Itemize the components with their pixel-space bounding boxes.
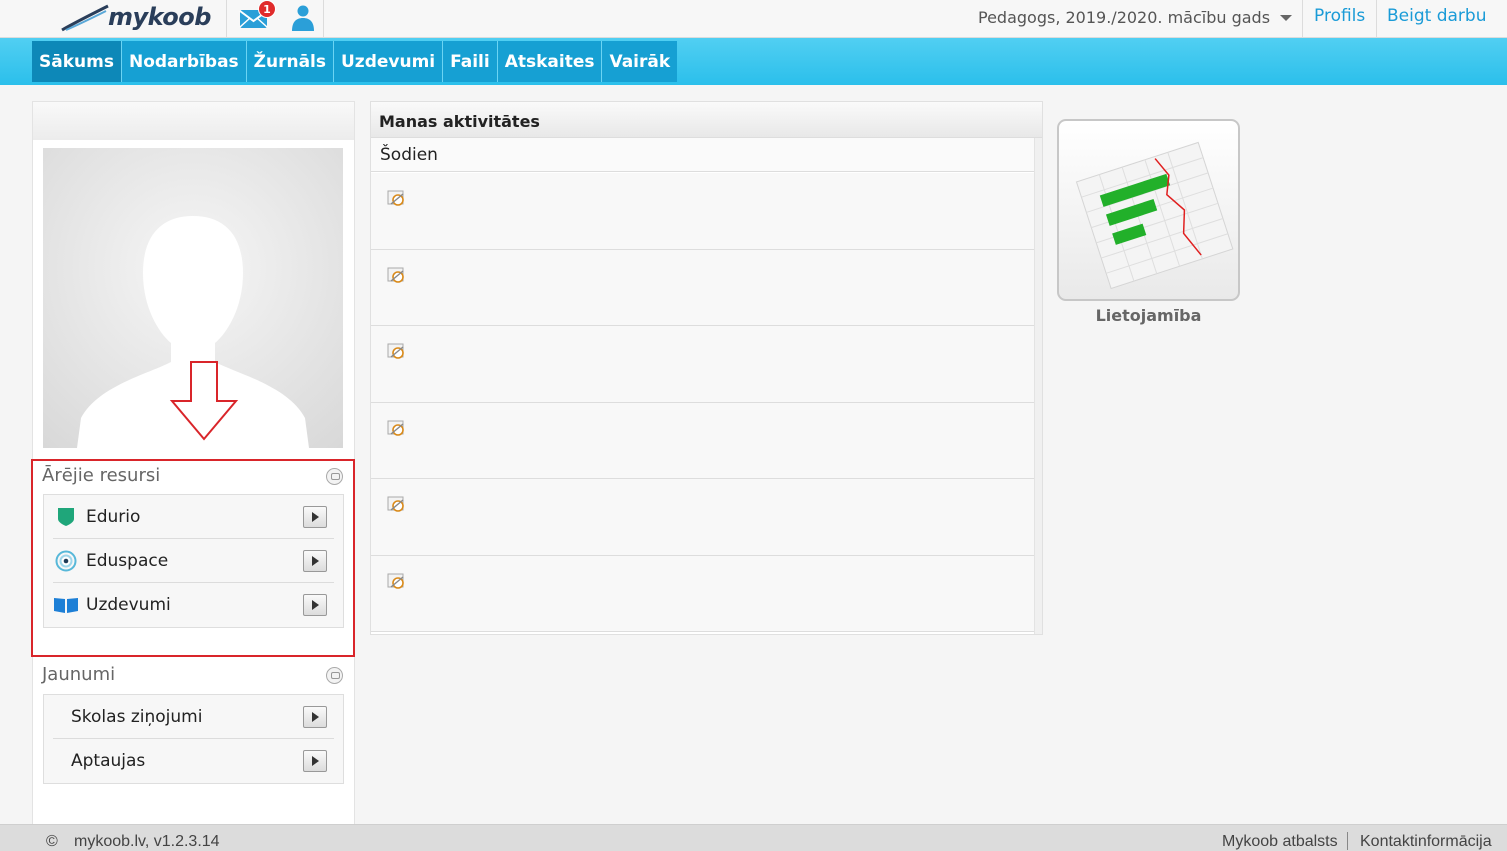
divider (323, 0, 324, 38)
activities-panel: Manas aktivitātes Šodien (370, 101, 1043, 635)
open-arrow-button[interactable] (303, 750, 327, 772)
open-arrow-button[interactable] (303, 550, 327, 572)
resource-label: Edurio (86, 506, 141, 527)
usability-app-tile[interactable] (1057, 119, 1240, 301)
resource-item-eduspace[interactable]: Eduspace (53, 539, 334, 583)
main-nav: Sākums Nodarbības Žurnāls Uzdevumi Faili… (32, 41, 678, 82)
news-label: Aptaujas (71, 751, 146, 771)
top-bar: mykoob 1 Pedagogs, 2019./2020. mācību ga… (0, 0, 1507, 38)
logout-link[interactable]: Beigt darbu (1387, 6, 1486, 26)
app-tile-label[interactable]: Lietojamība (1057, 306, 1240, 325)
chevron-down-icon[interactable] (1280, 15, 1292, 21)
external-resources-list: Edurio Eduspace Uzdevumi (43, 494, 344, 628)
nav-item-uzdevumi[interactable]: Uzdevumi (334, 41, 444, 82)
nav-item-vairak[interactable]: Vairāk (602, 41, 677, 82)
user-icon[interactable] (290, 4, 316, 32)
news-title: Jaunumi (42, 664, 116, 685)
news-item-school-messages[interactable]: Skolas ziņojumi (53, 695, 334, 739)
contact-link[interactable]: Kontaktinformācija (1360, 833, 1492, 851)
resource-label: Eduspace (86, 550, 169, 571)
activity-row[interactable] (371, 402, 1034, 479)
logo-text: mykoob (108, 3, 211, 31)
today-heading: Šodien (371, 138, 1034, 172)
open-arrow-button[interactable] (303, 506, 327, 528)
activity-type-icon (387, 190, 404, 206)
footer: © mykoob.lv, v1.2.3.14 Mykoob atbalsts K… (0, 824, 1507, 851)
divider (1347, 832, 1348, 850)
external-resources-title: Ārējie resursi (42, 465, 161, 486)
profile-sidebar: Ārējie resursi Edurio Eduspace Uzdevumi … (32, 101, 355, 831)
role-selector[interactable]: Pedagogs, 2019./2020. mācību gads (978, 8, 1270, 27)
main-nav-bar: Sākums Nodarbības Žurnāls Uzdevumi Faili… (0, 38, 1507, 85)
activity-row[interactable] (371, 479, 1034, 556)
collapse-toggle-icon[interactable] (326, 468, 343, 485)
arrow-down-annotation-icon (169, 361, 239, 441)
collapse-toggle-icon[interactable] (326, 667, 343, 684)
news-list: Skolas ziņojumi Aptaujas (43, 694, 344, 784)
nav-item-sakums[interactable]: Sākums (32, 41, 122, 82)
activity-type-icon (387, 420, 404, 436)
activities-title: Manas aktivitātes (371, 102, 1042, 138)
divider (1302, 0, 1303, 38)
copyright-symbol: © (46, 833, 58, 850)
activity-row[interactable] (371, 249, 1034, 326)
resource-item-uzdevumi[interactable]: Uzdevumi (53, 583, 334, 627)
nav-item-atskaites[interactable]: Atskaites (498, 41, 603, 82)
activity-type-icon (387, 496, 404, 512)
nav-item-zurnals[interactable]: Žurnāls (247, 41, 334, 82)
mykoob-logo[interactable]: mykoob (60, 0, 211, 34)
open-arrow-button[interactable] (303, 594, 327, 616)
app-version: mykoob.lv, v1.2.3.14 (74, 833, 220, 850)
activity-row[interactable] (371, 173, 1034, 250)
sidebar-header (33, 102, 354, 140)
activities-scrollbar[interactable] (1034, 138, 1042, 634)
resource-item-edurio[interactable]: Edurio (53, 495, 334, 539)
logo-swoosh-icon (61, 4, 109, 32)
nav-item-nodarbibas[interactable]: Nodarbības (122, 41, 247, 82)
divider (226, 0, 227, 38)
unread-count-badge: 1 (258, 0, 276, 18)
spreadsheet-chart-icon (1075, 141, 1234, 290)
nav-item-faili[interactable]: Faili (443, 41, 498, 82)
book-icon (53, 593, 79, 617)
activity-list (371, 173, 1034, 632)
resource-label: Uzdevumi (86, 595, 171, 615)
support-link[interactable]: Mykoob atbalsts (1222, 833, 1338, 851)
target-icon (53, 549, 79, 573)
profile-link[interactable]: Profils (1314, 6, 1365, 26)
activity-row[interactable] (371, 326, 1034, 403)
activity-type-icon (387, 573, 404, 589)
open-arrow-button[interactable] (303, 706, 327, 728)
news-item-surveys[interactable]: Aptaujas (53, 739, 334, 783)
divider (1376, 0, 1377, 38)
news-label: Skolas ziņojumi (71, 706, 203, 727)
shield-icon (53, 505, 79, 529)
activity-type-icon (387, 267, 404, 283)
activity-type-icon (387, 343, 404, 359)
activity-row[interactable] (371, 555, 1034, 632)
